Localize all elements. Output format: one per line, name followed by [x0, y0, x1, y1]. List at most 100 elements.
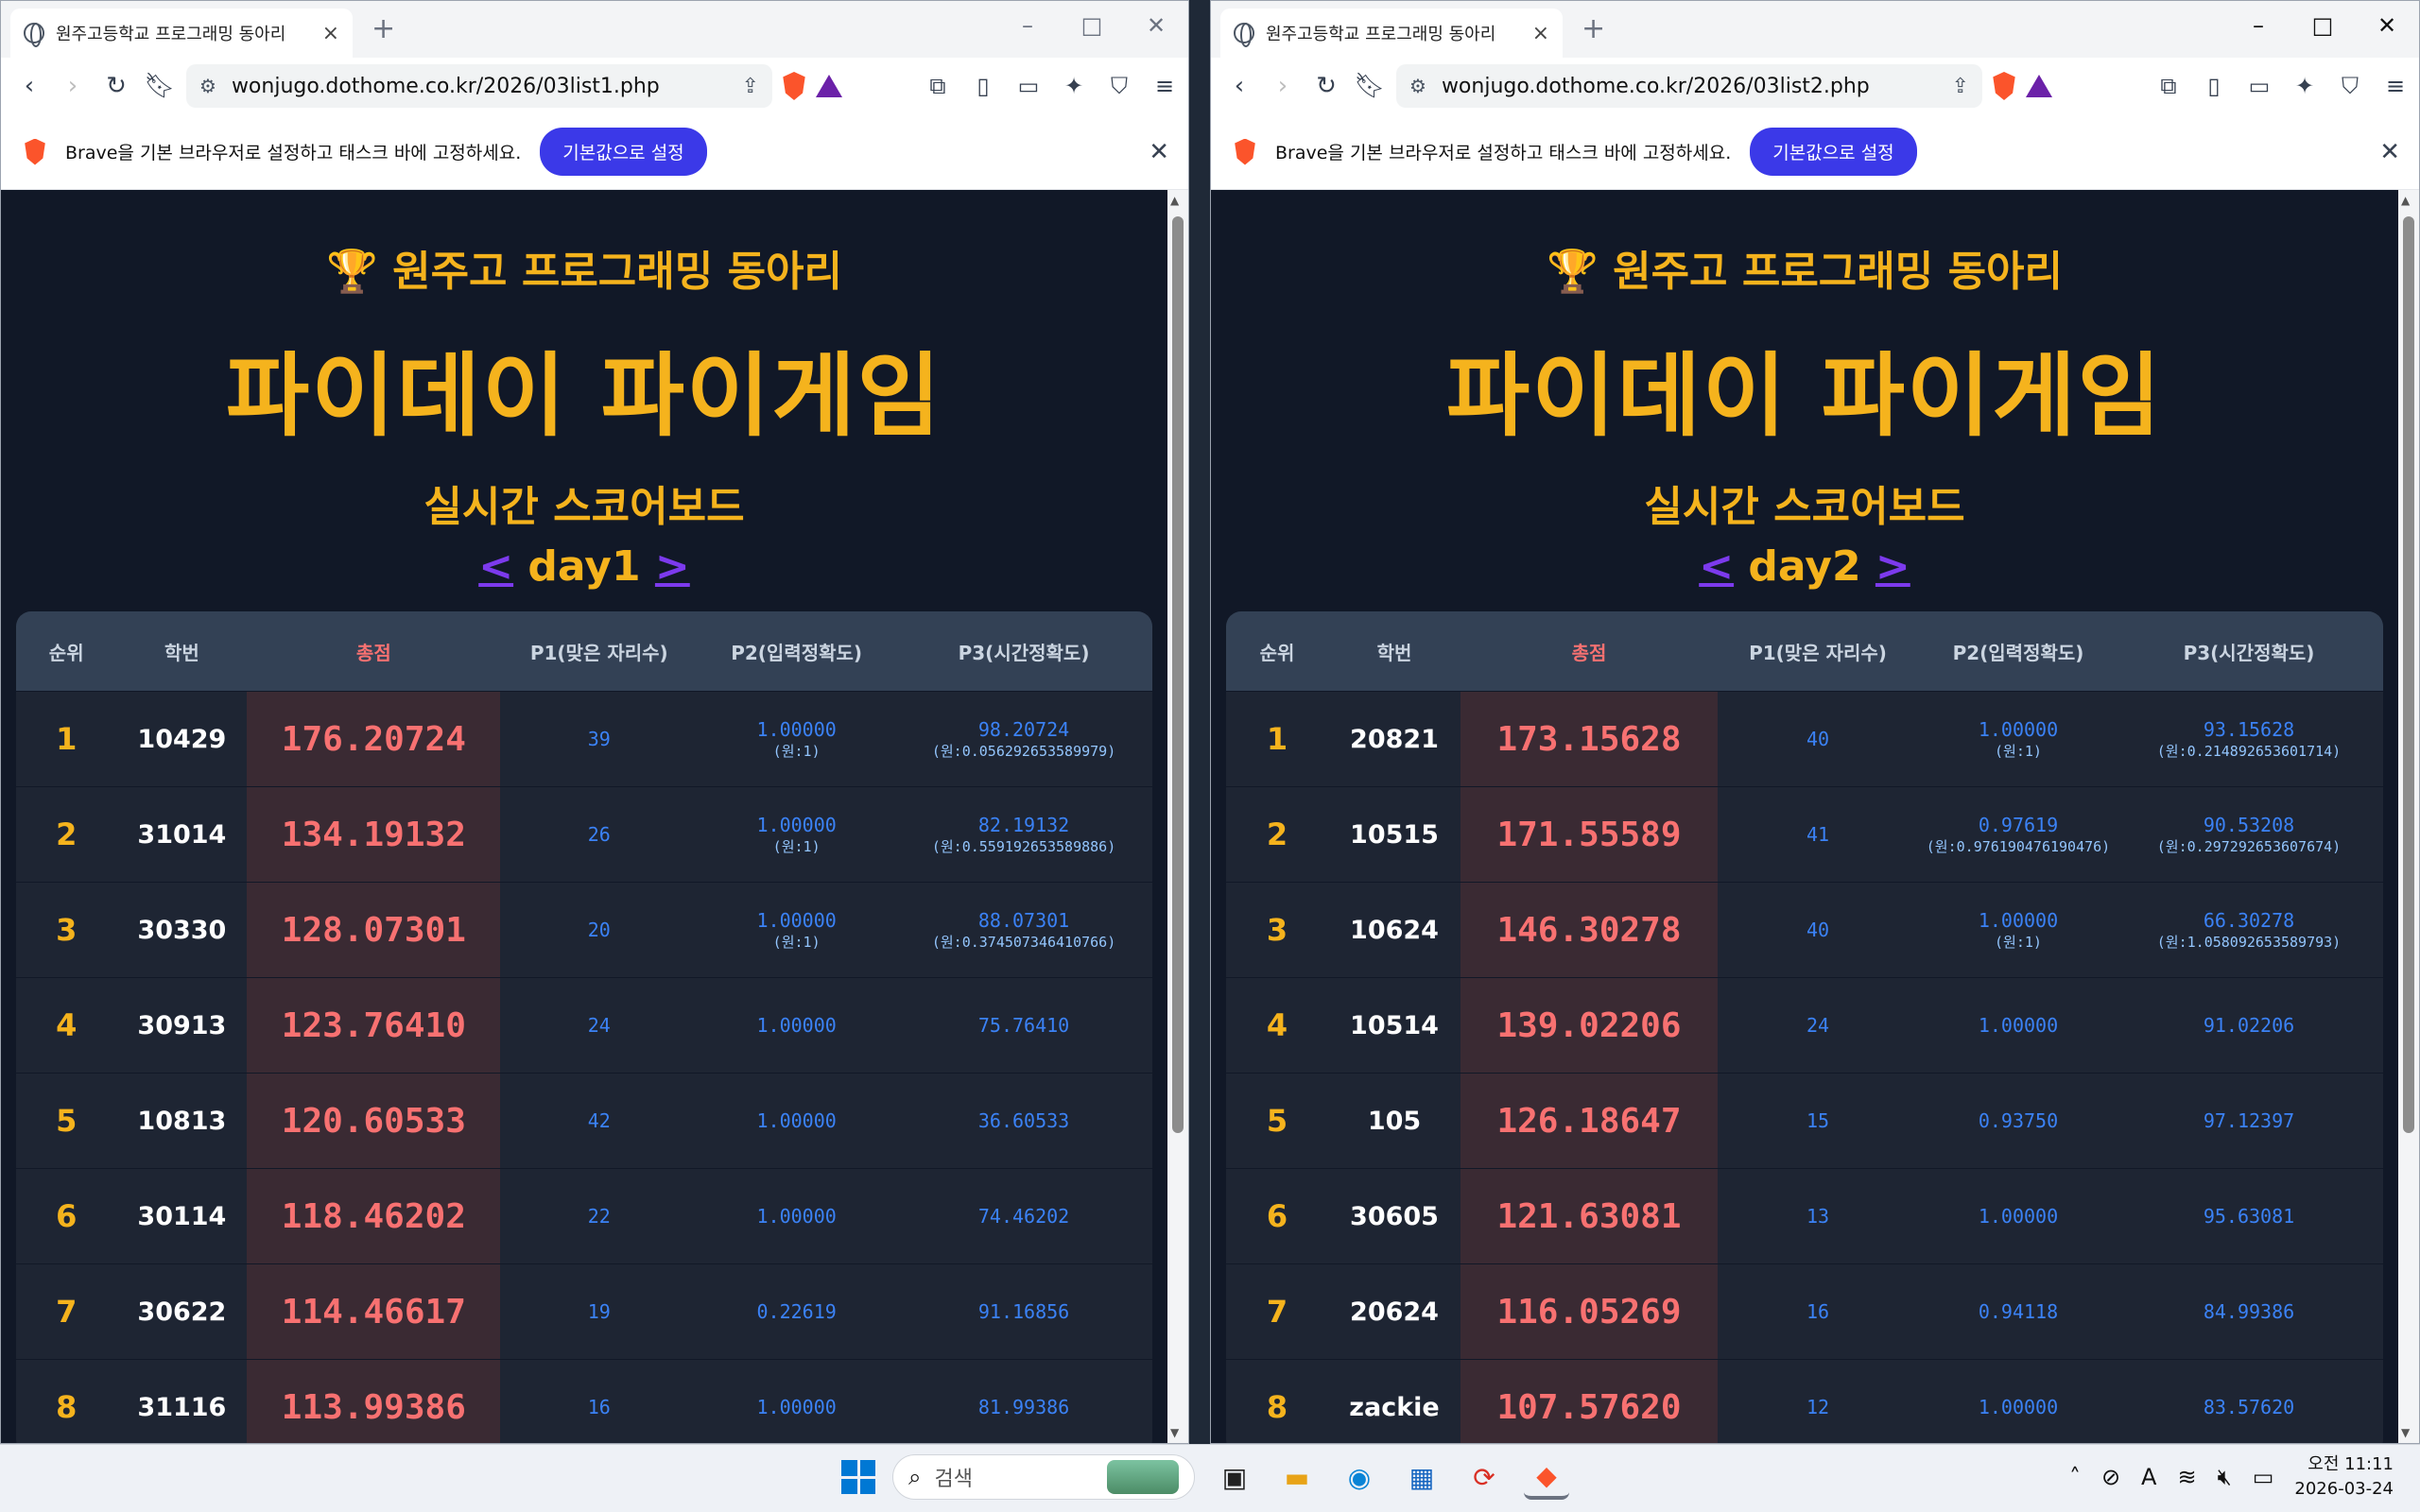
wallet-icon[interactable]: ▭: [1014, 72, 1043, 100]
minimize-icon[interactable]: –: [995, 12, 1060, 39]
store-icon[interactable]: ▦: [1399, 1454, 1444, 1500]
total-score-cell: 171.55589: [1461, 787, 1718, 882]
scrollbar-thumb[interactable]: [1172, 216, 1184, 1133]
scroll-down-icon[interactable]: ▼: [1170, 1426, 1179, 1439]
infobar-message: Brave을 기본 브라우저로 설정하고 태스크 바에 고정하세요.: [65, 143, 522, 163]
search-highlight-image: [1107, 1460, 1179, 1494]
vpn-icon[interactable]: ⛉: [1105, 72, 1133, 100]
battery-icon[interactable]: ▭: [2253, 1464, 2274, 1490]
bookmark-icon[interactable]: 🔖︎: [1353, 69, 1387, 103]
sync-app-icon[interactable]: ⟳: [1461, 1454, 1507, 1500]
reload-icon[interactable]: ↻: [1309, 69, 1343, 103]
clock[interactable]: 오전 11:11 2026-03-24: [2294, 1452, 2394, 1502]
prev-day-link[interactable]: <: [1699, 542, 1734, 591]
set-default-button[interactable]: 기본값으로 설정: [540, 128, 707, 176]
scroll-up-icon[interactable]: ▲: [1170, 194, 1179, 207]
scrollbar-thumb[interactable]: [2403, 216, 2414, 1133]
wallet-icon[interactable]: ▭: [2245, 72, 2273, 100]
leo-ai-icon[interactable]: ✦: [1060, 72, 1088, 100]
club-name: 🏆 원주고 프로그래밍 동아리: [325, 248, 843, 296]
brave-logo-icon: [1235, 138, 1255, 165]
brave-shields-icon[interactable]: [783, 72, 805, 100]
file-explorer-icon[interactable]: ▬: [1274, 1454, 1320, 1500]
close-window-icon[interactable]: ✕: [1124, 12, 1188, 39]
share-icon[interactable]: ⇪: [1952, 75, 1969, 98]
back-icon[interactable]: ‹: [1222, 69, 1256, 103]
vpn-icon[interactable]: ⛉: [2336, 72, 2364, 100]
browser-tab[interactable]: 원주고등학교 프로그래밍 동아리 ×: [1220, 9, 1563, 58]
prev-day-link[interactable]: <: [478, 542, 513, 591]
p3-original: (원:0.374507346410766): [931, 933, 1116, 951]
infobar-close-icon[interactable]: ✕: [1149, 138, 1169, 166]
browser-tab[interactable]: 원주고등학교 프로그래밍 동아리 ×: [10, 9, 353, 58]
wifi-icon[interactable]: ≋: [2177, 1464, 2196, 1490]
table-row: 2 10515 171.55589 41 0.97619 (원:0.97619047619…: [1226, 786, 2383, 882]
tab-close-icon[interactable]: ×: [322, 22, 339, 45]
reload-icon[interactable]: ↻: [99, 69, 133, 103]
next-day-link[interactable]: >: [655, 542, 690, 591]
maximize-icon[interactable]: □: [1060, 12, 1124, 39]
ime-icon[interactable]: A: [2141, 1464, 2156, 1490]
volume-mute-icon[interactable]: 🔇︎: [2218, 1464, 2232, 1490]
p1-cell: 26: [587, 823, 611, 846]
address-bar[interactable]: ⚙ wonjugo.dothome.co.kr/2026/03list2.php…: [1396, 64, 1982, 108]
url-text[interactable]: wonjugo.dothome.co.kr/2026/03list1.php: [232, 75, 727, 98]
p2-original: (원:1): [772, 933, 821, 951]
forward-icon[interactable]: ›: [56, 69, 90, 103]
student-id-cell: 10624: [1350, 915, 1439, 945]
url-text[interactable]: wonjugo.dothome.co.kr/2026/03list2.php: [1442, 75, 1937, 98]
p2-cell: 0.94118: [1918, 1300, 2118, 1323]
menu-icon[interactable]: ≡: [2381, 72, 2410, 100]
rank-cell: 6: [1266, 1198, 1288, 1234]
screenshot-icon[interactable]: ⧉: [2154, 72, 2183, 100]
site-settings-icon[interactable]: ⚙: [199, 75, 216, 97]
sidebar-icon[interactable]: ▯: [969, 72, 997, 100]
leo-ai-icon[interactable]: ✦: [2290, 72, 2319, 100]
new-tab-button[interactable]: +: [1582, 12, 1605, 45]
p3-value: 84.99386: [2203, 1300, 2295, 1323]
table-row: 1 20821 173.15628 40 1.00000 (원:1) 93.15628 (원:…: [1226, 691, 2383, 786]
rank-cell: 1: [56, 721, 78, 757]
p2-value: 1.00000: [756, 717, 837, 741]
brave-taskbar-icon[interactable]: ◆: [1524, 1454, 1569, 1500]
network-off-icon[interactable]: ⊘: [2101, 1464, 2120, 1490]
forward-icon[interactable]: ›: [1266, 69, 1300, 103]
toolbar-right: ⧉ ▯ ▭ ✦ ⛉ ≡: [2154, 72, 2410, 100]
scroll-down-icon[interactable]: ▼: [2401, 1426, 2410, 1439]
p3-cell: 81.99386: [895, 1396, 1152, 1418]
bookmark-icon[interactable]: 🔖︎: [143, 69, 177, 103]
scroll-up-icon[interactable]: ▲: [2401, 194, 2410, 207]
rank-cell: 1: [1266, 721, 1288, 757]
rank-cell: 2: [56, 816, 78, 852]
new-tab-button[interactable]: +: [372, 12, 395, 45]
edge-browser-icon[interactable]: ◉: [1337, 1454, 1382, 1500]
p3-cell: 83.57620: [2118, 1396, 2379, 1418]
menu-icon[interactable]: ≡: [1150, 72, 1179, 100]
table-row: 7 30622 114.46617 19 0.22619 91.16856: [16, 1263, 1152, 1359]
page-scrollbar[interactable]: ▲ ▼: [2398, 190, 2419, 1443]
share-icon[interactable]: ⇪: [742, 75, 759, 98]
minimize-icon[interactable]: –: [2226, 12, 2290, 39]
globe-icon: [24, 23, 44, 47]
tab-close-icon[interactable]: ×: [1532, 22, 1549, 45]
site-settings-icon[interactable]: ⚙: [1409, 75, 1426, 97]
address-bar[interactable]: ⚙ wonjugo.dothome.co.kr/2026/03list1.php…: [186, 64, 772, 108]
sidebar-icon[interactable]: ▯: [2200, 72, 2228, 100]
task-view-icon[interactable]: ▣: [1212, 1454, 1257, 1500]
taskbar-search[interactable]: ⌕ 검색: [892, 1454, 1195, 1500]
close-window-icon[interactable]: ✕: [2355, 12, 2419, 39]
brave-rewards-icon[interactable]: [2026, 75, 2052, 97]
p2-value: 1.00000: [756, 1109, 837, 1132]
next-day-link[interactable]: >: [1876, 542, 1910, 591]
infobar-close-icon[interactable]: ✕: [2379, 138, 2400, 166]
chevron-up-icon[interactable]: ˄: [2069, 1464, 2081, 1490]
start-button-icon[interactable]: [841, 1460, 875, 1494]
brave-rewards-icon[interactable]: [816, 75, 842, 97]
p1-cell: 40: [1806, 728, 1830, 750]
brave-shields-icon[interactable]: [1993, 72, 2015, 100]
set-default-button[interactable]: 기본값으로 설정: [1750, 128, 1917, 176]
screenshot-icon[interactable]: ⧉: [924, 72, 952, 100]
page-scrollbar[interactable]: ▲ ▼: [1167, 190, 1188, 1443]
back-icon[interactable]: ‹: [12, 69, 46, 103]
maximize-icon[interactable]: □: [2290, 12, 2355, 39]
